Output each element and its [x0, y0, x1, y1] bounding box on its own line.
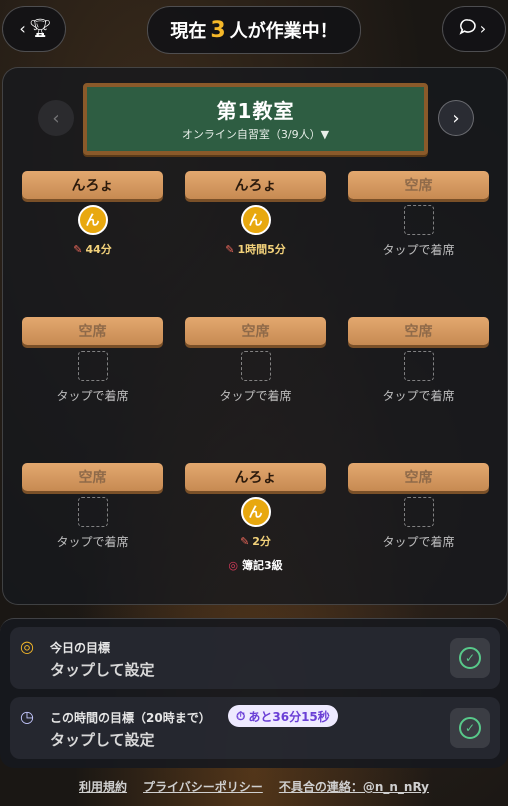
seat-4[interactable]: 空席 タップで着席 [22, 317, 163, 437]
study-time: ✎ 2分 [185, 533, 326, 549]
today-goal-value: タップして設定 [50, 661, 155, 679]
trophy-icon: 🏆︎ [28, 18, 52, 39]
seat-nameplate: 空席 [185, 317, 326, 345]
seat-hint: タップで着席 [382, 389, 455, 403]
seat-nameplate: 空席 [348, 171, 489, 199]
chat-bubble-icon [459, 18, 477, 40]
status-suffix: 人が作業中！ [229, 21, 338, 42]
seat-7[interactable]: 空席 タップで着席 [22, 463, 163, 583]
today-goal-label: 今日の目標 [50, 641, 111, 655]
pencil-icon: ✎ [240, 535, 250, 548]
seat-nameplate: んろょ [185, 463, 326, 491]
room-title: 第1教室 [216, 99, 295, 123]
empty-seat-placeholder [240, 351, 271, 381]
seat-nameplate: 空席 [348, 317, 489, 345]
contact-link[interactable]: 不具合の連絡：@n_n_nRy [279, 778, 429, 798]
active-users-status: 現在 3 人が作業中！ [147, 6, 361, 54]
study-time-value: 1時間5分 [237, 243, 286, 256]
terms-link[interactable]: 利用規約 [79, 778, 127, 798]
target-icon: ◎ [20, 637, 34, 656]
seat-1[interactable]: んろょ ん ✎ 44分 [22, 171, 163, 291]
seat-goal-text: 簿記3級 [241, 559, 283, 572]
pencil-icon: ✎ [73, 243, 83, 256]
status-prefix: 現在 [170, 21, 207, 42]
seat-8[interactable]: んろょ ん ✎ 2分 ◎ 簿記3級 [185, 463, 326, 583]
seat-nameplate: 空席 [348, 463, 489, 491]
today-goal-check-button[interactable]: ✓ [450, 638, 490, 678]
seat-hint: タップで着席 [382, 243, 455, 257]
empty-seat-placeholder [403, 497, 434, 527]
user-avatar: ん [240, 497, 271, 527]
privacy-link[interactable]: プライバシーポリシー [143, 778, 263, 798]
stopwatch-icon: ⏱ [236, 708, 246, 723]
active-user-count: 3 [210, 17, 226, 43]
footer-links: 利用規約 プライバシーポリシー 不具合の連絡：@n_n_nRy [0, 778, 508, 798]
seat-9[interactable]: 空席 タップで着席 [348, 463, 489, 583]
hour-goal-row[interactable]: ◷ この時間の目標（20時まで） ⏱ あと36分15秒 タップして設定 ✓ [10, 697, 500, 759]
empty-seat-placeholder [403, 205, 434, 235]
ranking-button[interactable]: ‹ 🏆︎ [2, 6, 66, 52]
room-subtitle: オンライン自習室（3/9人）▼ [181, 128, 330, 141]
check-icon: ✓ [459, 647, 481, 669]
chevron-left-icon: ‹ [52, 107, 60, 129]
chat-button[interactable]: › [442, 6, 506, 52]
seat-nameplate: 空席 [22, 463, 163, 491]
seat-2[interactable]: んろょ ん ✎ 1時間5分 [185, 171, 326, 291]
hour-goal-value: タップして設定 [50, 731, 155, 749]
goals-panel: ◎ 今日の目標 タップして設定 ✓ ◷ この時間の目標（20時まで） ⏱ あと36… [0, 618, 508, 768]
seat-hint: タップで着席 [219, 389, 292, 403]
seat-nameplate: 空席 [22, 317, 163, 345]
check-icon: ✓ [459, 717, 481, 739]
study-time: ✎ 1時間5分 [185, 241, 326, 257]
prev-room-button[interactable]: ‹ [38, 100, 74, 136]
hour-goal-check-button[interactable]: ✓ [450, 708, 490, 748]
study-time-value: 44分 [85, 243, 112, 256]
countdown-text: あと36分15秒 [248, 709, 330, 724]
user-avatar: ん [77, 205, 108, 235]
seat-nameplate: んろょ [185, 171, 326, 199]
empty-seat-placeholder [77, 497, 108, 527]
clock-icon: ◷ [20, 707, 34, 726]
seat-nameplate: んろょ [22, 171, 163, 199]
countdown-badge: ⏱ あと36分15秒 [228, 705, 338, 727]
seat-goal: ◎ 簿記3級 [185, 557, 326, 573]
seat-6[interactable]: 空席 タップで着席 [348, 317, 489, 437]
dartboard-icon: ◎ [228, 559, 238, 572]
top-bar: ‹ 🏆︎ 現在 3 人が作業中！ › [0, 0, 508, 60]
hour-goal-label: この時間の目標（20時まで） [50, 711, 211, 725]
study-time-value: 2分 [252, 535, 271, 548]
next-room-button[interactable]: › [438, 100, 474, 136]
seat-5[interactable]: 空席 タップで着席 [185, 317, 326, 437]
today-goal-row[interactable]: ◎ 今日の目標 タップして設定 ✓ [10, 627, 500, 689]
room-selector-blackboard[interactable]: 第1教室 オンライン自習室（3/9人）▼ [83, 83, 428, 155]
chevron-right-icon: › [452, 107, 460, 129]
pencil-icon: ✎ [225, 243, 235, 256]
seat-3[interactable]: 空席 タップで着席 [348, 171, 489, 291]
chevron-right-icon: › [479, 19, 487, 38]
seat-hint: タップで着席 [382, 535, 455, 549]
empty-seat-placeholder [77, 351, 108, 381]
study-time: ✎ 44分 [22, 241, 163, 257]
chevron-left-icon: ‹ [19, 19, 26, 38]
seat-hint: タップで着席 [56, 389, 129, 403]
user-avatar: ん [240, 205, 271, 235]
empty-seat-placeholder [403, 351, 434, 381]
seat-hint: タップで着席 [56, 535, 129, 549]
